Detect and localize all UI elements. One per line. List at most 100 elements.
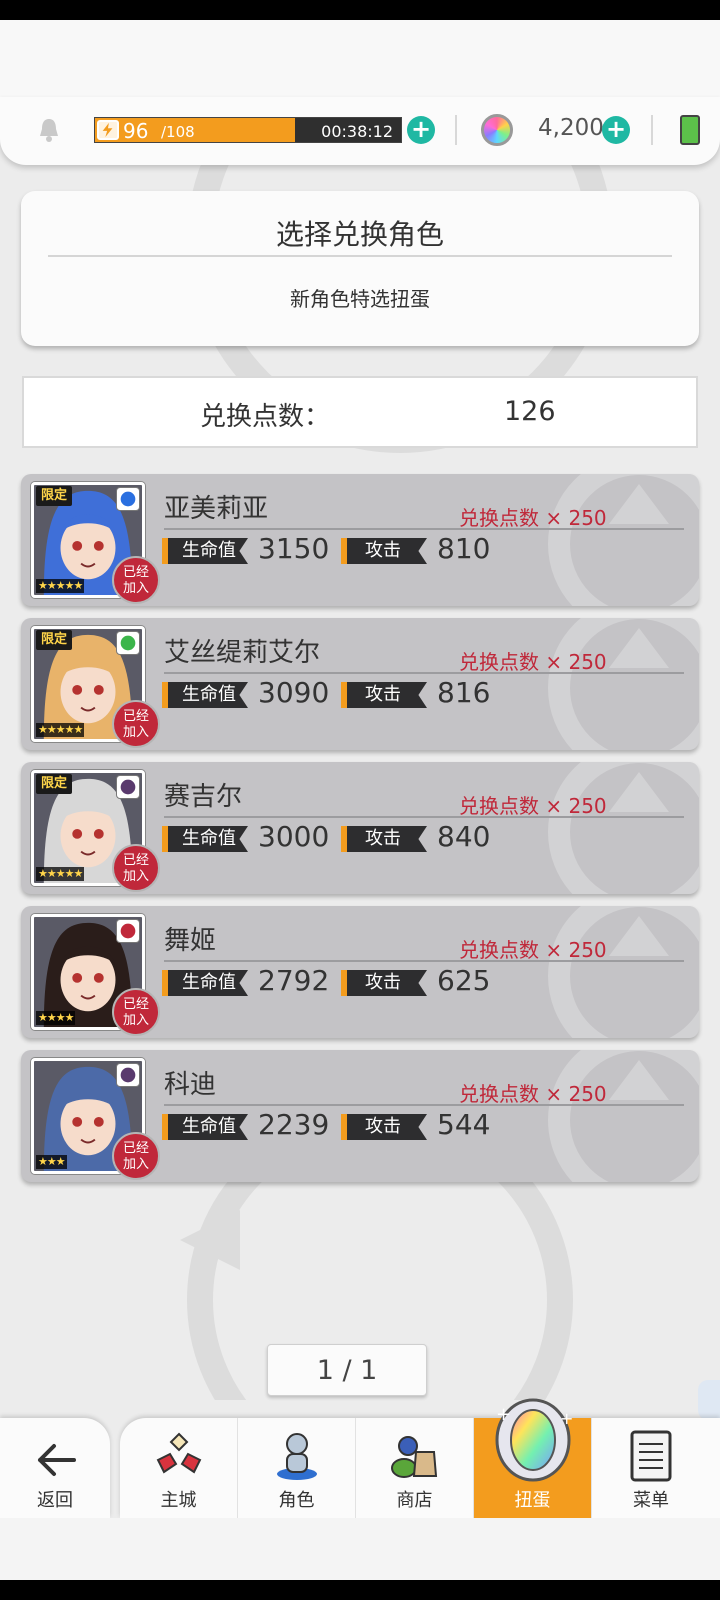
gacha-crystal-icon: + + — [495, 1398, 573, 1482]
attack-value: 810 — [437, 532, 491, 565]
gem-count: 4,200 — [538, 115, 604, 141]
card-emblem — [548, 618, 699, 750]
add-stamina-button[interactable]: + — [407, 116, 435, 144]
limited-tag: 限定 — [36, 774, 72, 794]
character-name: 赛吉尔 — [164, 782, 243, 812]
hp-label: 生命值 — [162, 970, 248, 996]
element-icon — [116, 1063, 140, 1087]
joined-badge: 已经 加入 — [112, 844, 160, 892]
nav-item-main-city[interactable]: 主城 — [120, 1418, 238, 1518]
attack-label: 攻击 — [341, 1114, 427, 1140]
nav-item-menu[interactable]: 菜单 — [592, 1418, 710, 1518]
element-icon — [116, 631, 140, 655]
points-value: 126 — [504, 396, 556, 427]
hp-value: 2239 — [258, 1108, 330, 1141]
attack-value: 816 — [437, 676, 491, 709]
attack-label: 攻击 — [341, 970, 427, 996]
limited-tag: 限定 — [36, 486, 72, 506]
joined-badge: 已经 加入 — [112, 988, 160, 1036]
character-name: 亚美莉亚 — [164, 494, 269, 524]
points-label: 兑换点数： — [200, 402, 331, 432]
title-panel: 选择兑换角色 新角色特选扭蛋 — [21, 191, 699, 346]
character-card[interactable]: ★★★ 已经 加入 科迪 兑换点数 × 250 生命值 2239 攻击 544 — [21, 1050, 699, 1182]
bolt-icon — [97, 120, 119, 140]
rarity-stars: ★★★★★ — [36, 723, 85, 737]
card-emblem — [548, 906, 699, 1038]
element-icon — [116, 487, 140, 511]
bottom-nav: 主城 角色 商店 + + 扭蛋 菜单 — [120, 1398, 720, 1518]
nav-label-shop: 商店 — [396, 1490, 433, 1511]
nav-item-shop[interactable]: 商店 — [356, 1418, 474, 1518]
attack-value: 625 — [437, 964, 491, 997]
exchange-points-box: 兑换点数： 126 — [22, 376, 698, 448]
exchange-cost: 兑换点数 × 250 — [459, 1082, 607, 1106]
hp-value: 3000 — [258, 820, 330, 853]
attack-value: 840 — [437, 820, 491, 853]
card-emblem — [548, 1050, 699, 1182]
character-card[interactable]: 限定 ★★★★★ 已经 加入 艾丝缇莉艾尔 兑换点数 × 250 生命值 3090… — [21, 618, 699, 750]
nav-label-gacha: 扭蛋 — [514, 1490, 551, 1511]
nav-item-gacha[interactable]: + + 扭蛋 — [474, 1398, 592, 1518]
joined-badge: 已经 加入 — [112, 556, 160, 604]
card-emblem — [548, 474, 699, 606]
hp-label: 生命值 — [162, 682, 248, 708]
attack-label: 攻击 — [341, 538, 427, 564]
nav-item-characters[interactable]: 角色 — [238, 1418, 356, 1518]
exchange-cost: 兑换点数 × 250 — [459, 650, 607, 674]
main-city-icon — [156, 1432, 202, 1474]
page-subtitle: 新角色特选扭蛋 — [290, 287, 430, 311]
back-label: 返回 — [37, 1490, 73, 1511]
shop-bag-icon — [391, 1436, 438, 1478]
exchange-cost: 兑换点数 × 250 — [459, 794, 607, 818]
menu-list-icon — [630, 1430, 672, 1482]
attack-value: 544 — [437, 1108, 491, 1141]
character-name: 艾丝缇莉艾尔 — [164, 638, 321, 668]
nav-label-characters: 角色 — [278, 1490, 315, 1511]
nav-label-main-city: 主城 — [160, 1490, 197, 1511]
system-status-bar — [0, 0, 720, 20]
resource-bar: 96 /108 00:38:12 + 4,200 + — [0, 97, 720, 165]
element-icon — [116, 775, 140, 799]
hp-value: 3150 — [258, 532, 330, 565]
back-arrow-icon — [38, 1444, 76, 1476]
stamina-max: /108 — [161, 123, 195, 141]
exchange-cost: 兑换点数 × 250 — [459, 938, 607, 962]
system-nav-bar — [0, 1580, 720, 1600]
character-card[interactable]: 限定 ★★★★★ 已经 加入 亚美莉亚 兑换点数 × 250 生命值 3150 攻… — [21, 474, 699, 606]
rarity-stars: ★★★★ — [36, 1011, 76, 1025]
nav-label-menu: 菜单 — [633, 1490, 669, 1511]
character-card[interactable]: 限定 ★★★★★ 已经 加入 赛吉尔 兑换点数 × 250 生命值 3000 攻击… — [21, 762, 699, 894]
character-name: 科迪 — [164, 1070, 217, 1100]
joined-badge: 已经 加入 — [112, 700, 160, 748]
stamina-current: 96 — [123, 119, 149, 143]
hp-label: 生命值 — [162, 1114, 248, 1140]
pagination: 1 / 1 — [267, 1344, 427, 1396]
bell-icon[interactable] — [34, 115, 64, 145]
hp-label: 生命值 — [162, 538, 248, 564]
hp-value: 3090 — [258, 676, 330, 709]
rarity-stars: ★★★ — [36, 1155, 67, 1169]
attack-label: 攻击 — [341, 682, 427, 708]
limited-tag: 限定 — [36, 630, 72, 650]
rarity-stars: ★★★★★ — [36, 579, 85, 593]
card-emblem — [548, 762, 699, 894]
character-card[interactable]: ★★★★ 已经 加入 舞姬 兑换点数 × 250 生命值 2792 攻击 625 — [21, 906, 699, 1038]
element-icon — [116, 919, 140, 943]
svg-text:+: + — [496, 1404, 511, 1425]
add-gems-button[interactable]: + — [602, 116, 630, 144]
character-name: 舞姬 — [164, 926, 217, 956]
side-cube-icon[interactable] — [698, 1380, 720, 1420]
gem-icon — [481, 114, 513, 146]
hp-value: 2792 — [258, 964, 330, 997]
svg-text:+: + — [560, 1409, 573, 1428]
hp-label: 生命值 — [162, 826, 248, 852]
back-button[interactable]: 返回 — [0, 1418, 110, 1518]
stamina-timer: 00:38:12 — [321, 122, 393, 141]
page-title: 选择兑换角色 — [275, 218, 444, 251]
attack-label: 攻击 — [341, 826, 427, 852]
stamina-bar: 96 /108 00:38:12 — [94, 117, 402, 143]
exchange-cost: 兑换点数 × 250 — [459, 506, 607, 530]
joined-badge: 已经 加入 — [112, 1132, 160, 1180]
battery-icon — [680, 115, 700, 145]
character-icon — [277, 1433, 317, 1480]
